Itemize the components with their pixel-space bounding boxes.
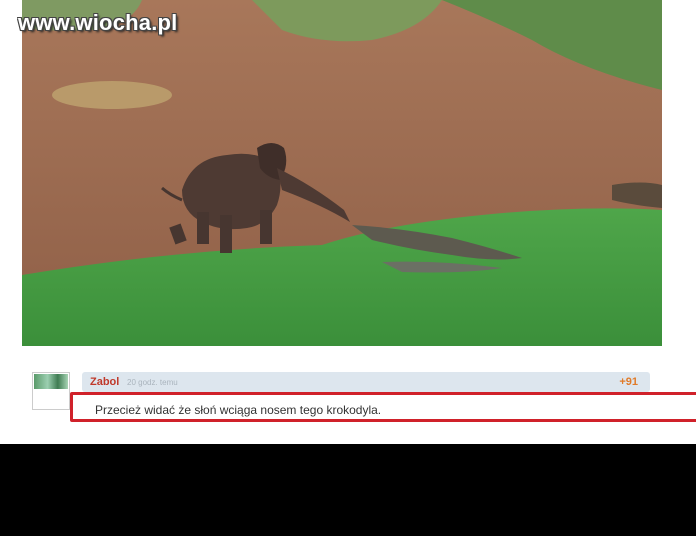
avatar[interactable] — [32, 372, 70, 410]
comment-score: +91 — [619, 376, 638, 388]
highlighted-comment-box: Przecież widać że słoń wciąga nosem tego… — [70, 392, 696, 422]
page-content: www.wiocha.pl Zabol 20 godz. temu +91 Pr… — [0, 0, 696, 444]
photo-illustration — [22, 0, 662, 346]
comment-text: Przecież widać że słoń wciąga nosem tego… — [95, 403, 382, 417]
comment-header: Zabol 20 godz. temu +91 — [82, 372, 650, 392]
comment-author-link[interactable]: Zabol — [90, 376, 119, 388]
comment-timestamp: 20 godz. temu — [127, 378, 178, 387]
post-image[interactable] — [22, 0, 662, 346]
comment: Zabol 20 godz. temu +91 Przecież widać ż… — [30, 370, 696, 422]
site-watermark: www.wiocha.pl — [18, 10, 178, 35]
avatar-image — [34, 374, 68, 389]
